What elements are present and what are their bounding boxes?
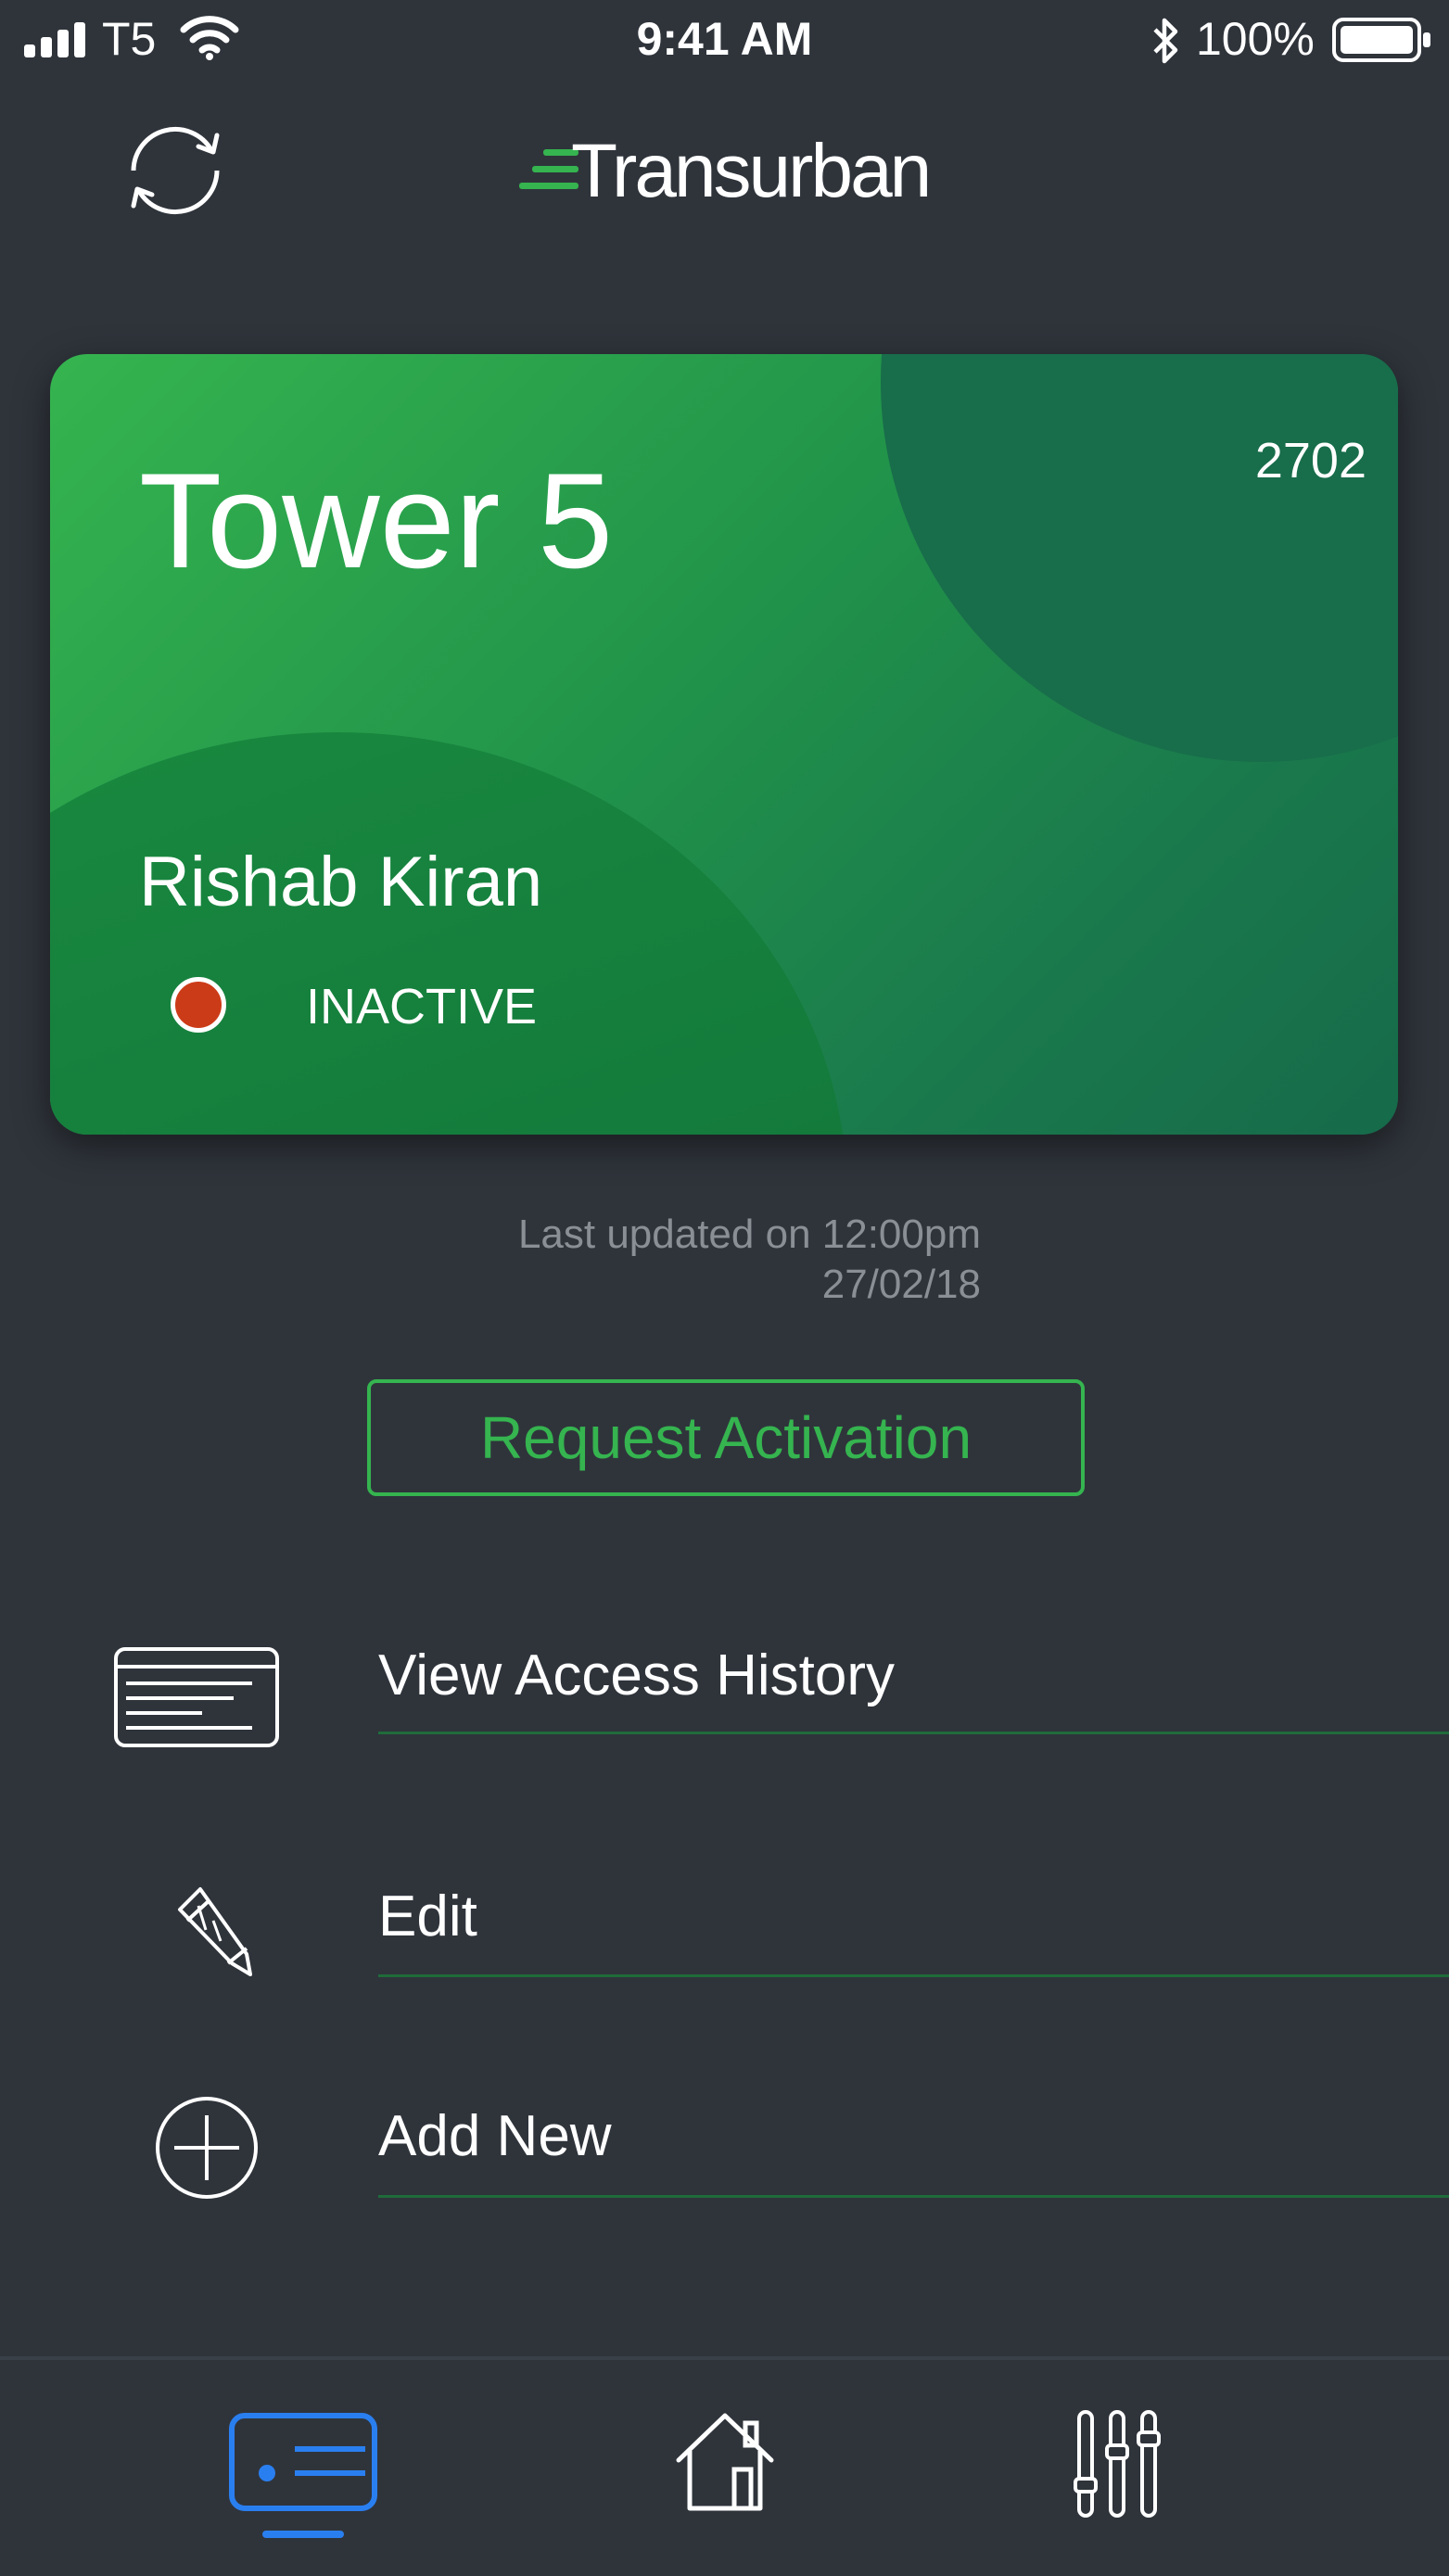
menu-item-edit[interactable]: Edit [0,1854,1449,1993]
access-card[interactable]: Tower 5 2702 Rishab Kiran INACTIVE [50,354,1398,1135]
last-updated: Last updated on 12:00pm 27/02/18 [371,1210,981,1310]
nav-sliders-icon[interactable] [1074,2408,1161,2519]
card-title: Tower 5 [139,445,614,596]
card-status: INACTIVE [306,979,538,1034]
menu-item-view-access-history[interactable]: View Access History [0,1613,1449,1752]
menu-divider [378,1974,1449,1977]
menu-label-view-access-history: View Access History [378,1643,896,1707]
battery-icon [1332,18,1430,62]
bluetooth-icon [1153,18,1178,64]
brand-name: Transurban [571,129,932,213]
menu-label-edit: Edit [378,1884,477,1948]
nav-active-indicator [262,2531,344,2538]
menu-divider [378,2195,1449,2198]
refresh-icon[interactable] [115,119,235,222]
pencil-icon [178,1887,252,1976]
last-updated-line1: Last updated on 12:00pm [517,1212,981,1257]
bottom-nav-divider [0,2356,1449,2360]
nav-card-icon[interactable] [228,2412,378,2512]
request-activation-button[interactable]: Request Activation [367,1379,1085,1496]
status-indicator-dot [171,977,226,1033]
card-decoration-circle [881,354,1398,762]
plus-circle-icon [156,2097,258,2199]
nav-home-icon[interactable] [671,2410,779,2514]
card-number: 2702 [1254,433,1366,489]
menu-label-add-new: Add New [378,2104,612,2168]
menu-divider [378,1732,1449,1734]
last-updated-line2: 27/02/18 [821,1262,981,1307]
menu-item-add-new[interactable]: Add New [0,2076,1449,2215]
card-holder-name: Rishab Kiran [139,843,543,921]
status-bar: T5 9:41 AM 100% [0,0,1449,83]
battery-percentage: 100% [1196,13,1315,65]
brand-logo: Transurban [515,125,951,218]
card-list-icon [114,1647,279,1747]
card-decoration-circle [50,732,847,1135]
